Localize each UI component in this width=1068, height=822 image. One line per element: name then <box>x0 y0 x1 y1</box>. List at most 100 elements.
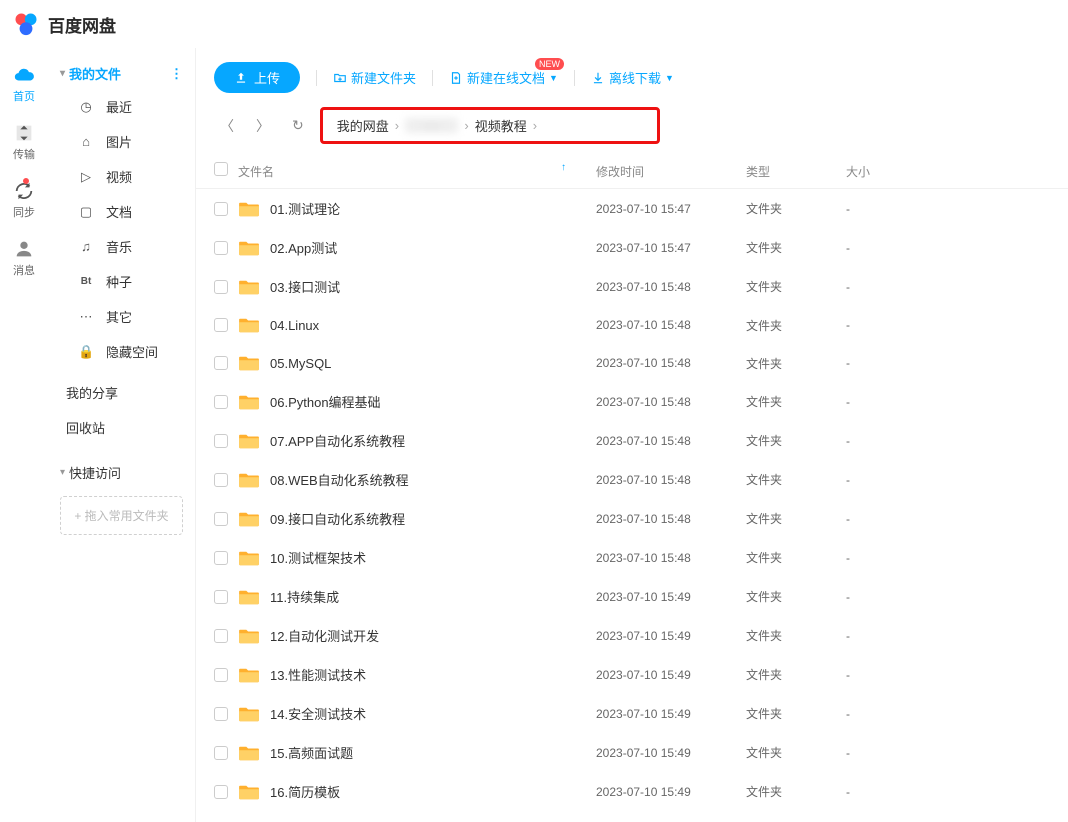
transfer-icon <box>13 122 35 144</box>
table-row[interactable]: 06.Python编程基础2023-07-10 15:48文件夹- <box>196 382 1068 421</box>
row-checkbox[interactable] <box>214 629 228 643</box>
row-checkbox[interactable] <box>214 395 228 409</box>
table-row[interactable]: 12.自动化测试开发2023-07-10 15:49文件夹- <box>196 616 1068 655</box>
folder-icon <box>238 549 260 567</box>
row-checkbox[interactable] <box>214 241 228 255</box>
sidebar-item-hidden[interactable]: 🔒隐藏空间 <box>48 334 195 369</box>
table-row[interactable]: 16.简历模板2023-07-10 15:49文件夹- <box>196 772 1068 811</box>
table-row[interactable]: 13.性能测试技术2023-07-10 15:49文件夹- <box>196 655 1068 694</box>
more-icon[interactable]: ⋮ <box>170 66 183 82</box>
file-name: 15.高频面试题 <box>270 743 353 762</box>
row-checkbox[interactable] <box>214 318 228 332</box>
nav-refresh-button[interactable]: ↻ <box>286 113 310 138</box>
col-name[interactable]: 文件名 ↑ <box>196 154 586 189</box>
row-checkbox[interactable] <box>214 746 228 760</box>
file-type: 文件夹 <box>736 733 836 772</box>
file-type: 文件夹 <box>736 616 836 655</box>
row-checkbox[interactable] <box>214 473 228 487</box>
upload-button[interactable]: 上传 <box>214 62 300 93</box>
file-type: 文件夹 <box>736 460 836 499</box>
doc-icon: ▢ <box>78 204 94 220</box>
chevron-down-icon: ▾ <box>60 68 65 79</box>
select-all-checkbox[interactable] <box>214 162 228 176</box>
breadcrumb-separator: › <box>464 118 468 133</box>
sidebar-my-share[interactable]: 我的分享 <box>48 375 195 410</box>
sidebar-quick-access[interactable]: ▾ 快捷访问 <box>48 457 195 488</box>
app-logo[interactable]: 百度网盘 <box>12 10 116 38</box>
col-type[interactable]: 类型 <box>736 154 836 189</box>
table-row[interactable]: 04.Linux2023-07-10 15:48文件夹- <box>196 306 1068 344</box>
breadcrumb-hidden[interactable]: ···· <box>405 118 458 133</box>
col-size[interactable]: 大小 <box>836 154 1068 189</box>
sidebar-quick-label: 快捷访问 <box>69 463 121 482</box>
table-row[interactable]: 11.持续集成2023-07-10 15:49文件夹- <box>196 577 1068 616</box>
sidebar-trash[interactable]: 回收站 <box>48 410 195 445</box>
table-row[interactable]: 07.APP自动化系统教程2023-07-10 15:48文件夹- <box>196 421 1068 460</box>
sidebar-item-music[interactable]: ♫音乐 <box>48 229 195 264</box>
folder-icon <box>238 783 260 801</box>
table-row[interactable]: 02.App测试2023-07-10 15:47文件夹- <box>196 228 1068 267</box>
row-checkbox[interactable] <box>214 590 228 604</box>
rail-home[interactable]: 首页 <box>13 64 35 104</box>
new-online-doc-button[interactable]: 新建在线文档 ▼ NEW <box>449 68 558 87</box>
breadcrumb-current[interactable]: 视频教程 <box>475 116 527 135</box>
table-row[interactable]: 08.WEB自动化系统教程2023-07-10 15:48文件夹- <box>196 460 1068 499</box>
file-size: - <box>836 189 1068 229</box>
doc-plus-icon <box>449 71 463 85</box>
folder-icon <box>238 239 260 257</box>
row-checkbox[interactable] <box>214 785 228 799</box>
nav-back-button[interactable]: 〈 <box>214 112 240 140</box>
row-checkbox[interactable] <box>214 551 228 565</box>
file-name: 12.自动化测试开发 <box>270 626 379 645</box>
file-mtime: 2023-07-10 15:48 <box>586 382 736 421</box>
sidebar-item-videos[interactable]: ▷视频 <box>48 159 195 194</box>
rail-transfer[interactable]: 传输 <box>13 122 35 162</box>
row-checkbox[interactable] <box>214 202 228 216</box>
notification-dot <box>23 178 29 184</box>
sort-indicator-icon: ↑ <box>561 162 566 173</box>
sidebar-item-images[interactable]: ⌂图片 <box>48 124 195 159</box>
sidebar-item-label: 种子 <box>106 272 132 291</box>
table-row[interactable]: 10.测试框架技术2023-07-10 15:48文件夹- <box>196 538 1068 577</box>
new-folder-button[interactable]: 新建文件夹 <box>333 68 416 87</box>
sidebar-item-docs[interactable]: ▢文档 <box>48 194 195 229</box>
file-type: 文件夹 <box>736 421 836 460</box>
table-row[interactable]: 01.测试理论2023-07-10 15:47文件夹- <box>196 189 1068 229</box>
folder-icon <box>238 705 260 723</box>
file-table: 文件名 ↑ 修改时间 类型 大小 01.测试理论2023-07-10 15:47… <box>196 154 1068 811</box>
file-size: - <box>836 499 1068 538</box>
table-row[interactable]: 09.接口自动化系统教程2023-07-10 15:48文件夹- <box>196 499 1068 538</box>
play-icon: ▷ <box>78 169 94 185</box>
file-mtime: 2023-07-10 15:48 <box>586 499 736 538</box>
row-checkbox[interactable] <box>214 707 228 721</box>
row-checkbox[interactable] <box>214 512 228 526</box>
rail-messages[interactable]: 消息 <box>13 238 35 278</box>
table-row[interactable]: 15.高频面试题2023-07-10 15:49文件夹- <box>196 733 1068 772</box>
sidebar-item-recent[interactable]: ◷最近 <box>48 89 195 124</box>
row-checkbox[interactable] <box>214 280 228 294</box>
sidebar: ▾ 我的文件 ⋮ ◷最近 ⌂图片 ▷视频 ▢文档 ♫音乐 Bt种子 ⋯其它 🔒隐… <box>48 48 196 822</box>
col-mtime[interactable]: 修改时间 <box>586 154 736 189</box>
row-checkbox[interactable] <box>214 668 228 682</box>
new-badge: NEW <box>535 58 564 70</box>
file-mtime: 2023-07-10 15:48 <box>586 421 736 460</box>
nav-forward-button[interactable]: 〉 <box>250 112 276 140</box>
sidebar-item-torrents[interactable]: Bt种子 <box>48 264 195 299</box>
sidebar-item-other[interactable]: ⋯其它 <box>48 299 195 334</box>
rail-sync[interactable]: 同步 <box>13 180 35 220</box>
offline-download-button[interactable]: 离线下载 ▼ <box>591 68 674 87</box>
row-checkbox[interactable] <box>214 356 228 370</box>
sidebar-my-files[interactable]: ▾ 我的文件 ⋮ <box>48 58 195 89</box>
offline-download-label: 离线下载 <box>609 68 661 87</box>
sidebar-item-label: 音乐 <box>106 237 132 256</box>
chevron-down-icon: ▼ <box>549 73 558 83</box>
file-name: 05.MySQL <box>270 356 331 371</box>
table-row[interactable]: 03.接口测试2023-07-10 15:48文件夹- <box>196 267 1068 306</box>
row-checkbox[interactable] <box>214 434 228 448</box>
file-name: 08.WEB自动化系统教程 <box>270 470 409 489</box>
quick-access-drop-zone[interactable]: + 拖入常用文件夹 <box>60 496 183 535</box>
file-name: 01.测试理论 <box>270 199 340 218</box>
table-row[interactable]: 05.MySQL2023-07-10 15:48文件夹- <box>196 344 1068 382</box>
table-row[interactable]: 14.安全测试技术2023-07-10 15:49文件夹- <box>196 694 1068 733</box>
breadcrumb-root[interactable]: 我的网盘 <box>337 116 389 135</box>
